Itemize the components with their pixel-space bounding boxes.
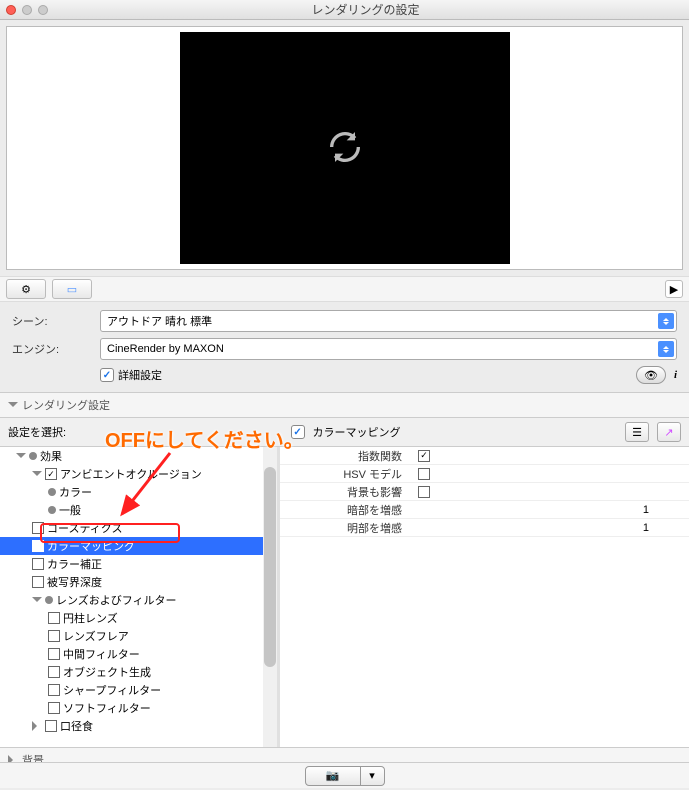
prop-exponent: 指数関数 <box>280 447 689 465</box>
tree-checkbox[interactable] <box>48 702 60 714</box>
settings-button[interactable]: ⚙ <box>6 279 46 299</box>
bg-checkbox[interactable] <box>418 486 430 498</box>
preview-frame <box>6 26 683 270</box>
export-button[interactable]: ↗ <box>657 422 681 442</box>
camera-dropdown-button[interactable]: ▾ <box>361 766 385 786</box>
titlebar: レンダリングの設定 <box>0 0 689 20</box>
engine-select[interactable]: CineRender by MAXON <box>100 338 677 360</box>
preview-canvas <box>180 32 510 264</box>
bullet-icon <box>29 452 37 460</box>
dropdown-arrows-icon <box>658 341 674 357</box>
window-icon: ▭ <box>67 283 77 296</box>
camera-icon: 📷 <box>326 769 340 782</box>
scene-value: アウトドア 晴れ 標準 <box>107 313 212 329</box>
form-area: シーン: アウトドア 晴れ 標準 エンジン: CineRender by MAX… <box>0 302 689 392</box>
panels: 効果 アンビエントオクルージョン カラー 一般 コースティクス カラーマッピング… <box>0 447 689 747</box>
preview-eye-button[interactable]: 👁 <box>636 366 666 384</box>
list-view-button[interactable]: ☰ <box>625 422 649 442</box>
bullet-icon <box>48 488 56 496</box>
rendering-section-label: レンダリング設定 <box>22 397 110 413</box>
hsv-checkbox[interactable] <box>418 468 430 480</box>
exponent-checkbox[interactable] <box>418 450 430 462</box>
engine-value: CineRender by MAXON <box>107 343 224 355</box>
prop-bright: 明部を増感1 <box>280 519 689 537</box>
info-icon[interactable]: i <box>674 369 677 381</box>
rendering-section-header[interactable]: レンダリング設定 <box>0 392 689 418</box>
bullet-icon <box>48 506 56 514</box>
tree-colorcorrect[interactable]: カラー補正 <box>0 555 277 573</box>
tree-checkbox[interactable] <box>48 648 60 660</box>
scrollbar-thumb[interactable] <box>264 467 276 667</box>
tree-checkbox[interactable] <box>48 684 60 696</box>
colormapping-header-label: カラーマッピング <box>313 424 401 440</box>
tree-vignette[interactable]: 口径食 <box>0 717 277 735</box>
chevron-icon <box>32 721 42 731</box>
tree-checkbox[interactable] <box>45 720 57 732</box>
tree-checkbox[interactable] <box>32 540 44 552</box>
tree-dof[interactable]: 被写界深度 <box>0 573 277 591</box>
chevron-icon <box>32 597 42 607</box>
zoom-button[interactable] <box>38 5 48 15</box>
tree-objgen[interactable]: オブジェクト生成 <box>0 663 277 681</box>
tree-effects[interactable]: 効果 <box>0 447 277 465</box>
tree-cylens[interactable]: 円柱レンズ <box>0 609 277 627</box>
bullet-icon <box>45 596 53 604</box>
tree-checkbox[interactable] <box>45 468 57 480</box>
tree-lensfilter[interactable]: レンズおよびフィルター <box>0 591 277 609</box>
play-icon: ▶ <box>670 283 678 296</box>
tree-checkbox[interactable] <box>48 666 60 678</box>
tree-checkbox[interactable] <box>32 522 44 534</box>
tree-color[interactable]: カラー <box>0 483 277 501</box>
settings-select-row: 設定を選択: カラーマッピング ☰ ↗ <box>0 418 689 447</box>
gear-icon: ⚙ <box>21 283 31 296</box>
tree-checkbox[interactable] <box>32 576 44 588</box>
preview-toolbar: ⚙ ▭ ▶ <box>0 276 689 302</box>
prop-bg: 背景も影響 <box>280 483 689 501</box>
tree-general[interactable]: 一般 <box>0 501 277 519</box>
camera-button[interactable]: 📷 <box>305 766 361 786</box>
chevron-icon <box>16 453 26 463</box>
window-controls <box>6 5 48 15</box>
detail-checkbox[interactable] <box>100 368 114 382</box>
minimize-button[interactable] <box>22 5 32 15</box>
prop-hsv: HSV モデル <box>280 465 689 483</box>
tree-midfilter[interactable]: 中間フィルター <box>0 645 277 663</box>
tree-checkbox[interactable] <box>48 612 60 624</box>
eye-icon: 👁 <box>644 369 658 382</box>
tree-checkbox[interactable] <box>48 630 60 642</box>
tree-softfilter[interactable]: ソフトフィルター <box>0 699 277 717</box>
sync-view-button[interactable]: ▭ <box>52 279 92 299</box>
dropdown-arrows-icon <box>658 313 674 329</box>
refresh-icon <box>325 127 365 170</box>
tree-checkbox[interactable] <box>32 558 44 570</box>
tree-colormapping[interactable]: カラーマッピング <box>0 537 277 555</box>
properties-panel: 指数関数 HSV モデル 背景も影響 暗部を増感1 明部を増感1 <box>280 447 689 747</box>
engine-label: エンジン: <box>12 341 92 357</box>
select-label: 設定を選択: <box>8 424 66 440</box>
prop-dark: 暗部を増感1 <box>280 501 689 519</box>
tree-panel: 効果 アンビエントオクルージョン カラー 一般 コースティクス カラーマッピング… <box>0 447 280 747</box>
tree-sharpfilter[interactable]: シャープフィルター <box>0 681 277 699</box>
chevron-down-icon: ▾ <box>369 769 375 782</box>
scene-label: シーン: <box>12 313 92 329</box>
footer: 📷 ▾ <box>0 762 689 788</box>
scene-select[interactable]: アウトドア 晴れ 標準 <box>100 310 677 332</box>
colormapping-enable-checkbox[interactable] <box>291 425 305 439</box>
scrollbar[interactable] <box>263 447 277 747</box>
tree-ambient[interactable]: アンビエントオクルージョン <box>0 465 277 483</box>
close-button[interactable] <box>6 5 16 15</box>
tree-lensflare[interactable]: レンズフレア <box>0 627 277 645</box>
dark-value[interactable]: 1 <box>643 504 649 516</box>
export-icon: ↗ <box>664 426 673 439</box>
window-title: レンダリングの設定 <box>48 1 683 18</box>
chevron-icon <box>32 471 42 481</box>
disclosure-triangle-icon <box>8 402 18 412</box>
bright-value[interactable]: 1 <box>643 522 649 534</box>
tree-caustics[interactable]: コースティクス <box>0 519 277 537</box>
detail-label: 詳細設定 <box>118 367 162 383</box>
list-icon: ☰ <box>632 426 642 439</box>
preview-area <box>0 20 689 276</box>
play-button[interactable]: ▶ <box>665 280 683 298</box>
